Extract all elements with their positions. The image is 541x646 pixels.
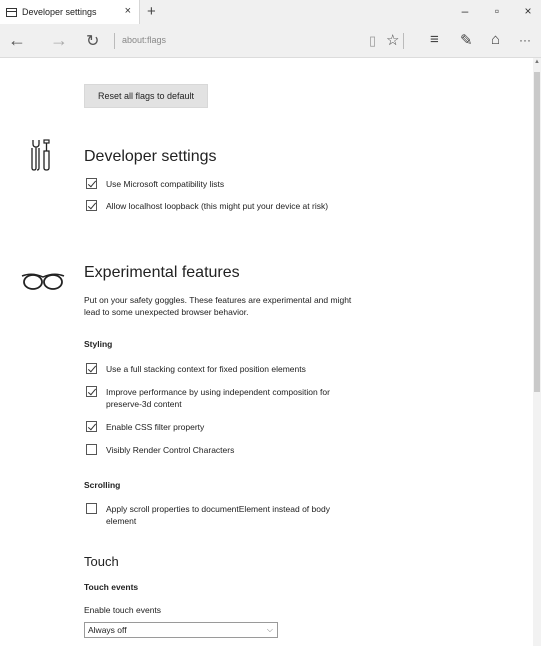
chevron-down-icon: ⌵: [266, 625, 273, 634]
touch-events-select[interactable]: Always off ⌵: [84, 622, 278, 638]
close-window-button[interactable]: ×: [520, 4, 536, 18]
css-filter-checkbox[interactable]: [86, 421, 97, 432]
touch-title: Touch: [84, 554, 119, 569]
scroll-document-element-label: Apply scroll properties to documentEleme…: [106, 504, 330, 526]
localhost-loopback-label: Allow localhost loopback (this might put…: [106, 201, 329, 211]
toolbar-divider: [403, 33, 404, 49]
vertical-scrollbar[interactable]: ▲: [533, 58, 541, 646]
goggles-icon: [21, 273, 65, 290]
scroll-document-element-checkbox[interactable]: [86, 503, 97, 514]
refresh-button[interactable]: ↻: [86, 31, 99, 51]
touch-events-select-value: Always off: [88, 625, 127, 635]
css-filter-label: Enable CSS filter property: [106, 422, 205, 432]
option-localhost-loopback[interactable]: Allow localhost loopback (this might put…: [86, 200, 356, 212]
tab-developer-settings[interactable]: Developer settings ×: [0, 0, 140, 24]
share-icon[interactable]: ⌂: [491, 31, 500, 48]
page-content: Reset all flags to default Developer set…: [0, 58, 533, 646]
tab-title: Developer settings: [22, 7, 97, 17]
more-icon[interactable]: ···: [519, 33, 531, 47]
web-note-icon[interactable]: ✎: [460, 31, 473, 49]
preserve-3d-label: Improve performance by using independent…: [106, 387, 330, 409]
compat-lists-checkbox[interactable]: [86, 178, 97, 189]
favorite-star-icon[interactable]: ☆: [386, 31, 399, 49]
reading-view-icon[interactable]: ▯: [369, 33, 376, 49]
scroll-up-arrow-icon[interactable]: ▲: [533, 59, 541, 65]
option-compat-lists[interactable]: Use Microsoft compatibility lists: [86, 178, 356, 190]
compat-lists-label: Use Microsoft compatibility lists: [106, 179, 225, 189]
title-bar: Developer settings × + – ▫ ×: [0, 0, 541, 24]
new-tab-button[interactable]: +: [147, 3, 156, 20]
minimize-button[interactable]: –: [457, 4, 473, 18]
option-scroll-document-element[interactable]: Apply scroll properties to documentEleme…: [86, 503, 356, 527]
styling-heading: Styling: [84, 339, 113, 349]
forward-button[interactable]: →: [50, 30, 68, 51]
stacking-context-checkbox[interactable]: [86, 363, 97, 374]
option-css-filter[interactable]: Enable CSS filter property: [86, 421, 356, 433]
developer-settings-title: Developer settings: [84, 148, 217, 165]
hub-icon[interactable]: ≡: [430, 31, 439, 48]
scrolling-heading: Scrolling: [84, 480, 121, 490]
preserve-3d-checkbox[interactable]: [86, 386, 97, 397]
experimental-description: Put on your safety goggles. These featur…: [84, 295, 352, 317]
address-bar[interactable]: about:flags: [122, 35, 166, 45]
address-divider: [114, 33, 115, 49]
option-preserve-3d[interactable]: Improve performance by using independent…: [86, 386, 356, 410]
tab-close-button[interactable]: ×: [125, 5, 131, 17]
option-render-control-chars[interactable]: Visibly Render Control Characters: [86, 444, 356, 456]
wrench-screwdriver-icon: [31, 139, 50, 171]
localhost-loopback-checkbox[interactable]: [86, 200, 97, 211]
experimental-features-title: Experimental features: [84, 264, 240, 281]
reset-flags-button[interactable]: Reset all flags to default: [84, 84, 208, 108]
tab-page-icon: [6, 7, 17, 17]
option-stacking-context[interactable]: Use a full stacking context for fixed po…: [86, 363, 356, 375]
maximize-button[interactable]: ▫: [489, 4, 505, 18]
touch-events-heading: Touch events: [84, 582, 139, 592]
back-button[interactable]: ←: [8, 30, 26, 51]
render-control-chars-label: Visibly Render Control Characters: [106, 445, 235, 455]
enable-touch-events-label: Enable touch events: [84, 605, 162, 615]
render-control-chars-checkbox[interactable]: [86, 444, 97, 455]
navigation-bar: ← → ↻ about:flags ▯ ☆ ≡ ✎ ⌂ ···: [0, 24, 541, 58]
scrollbar-thumb[interactable]: [534, 72, 540, 392]
stacking-context-label: Use a full stacking context for fixed po…: [106, 364, 306, 374]
